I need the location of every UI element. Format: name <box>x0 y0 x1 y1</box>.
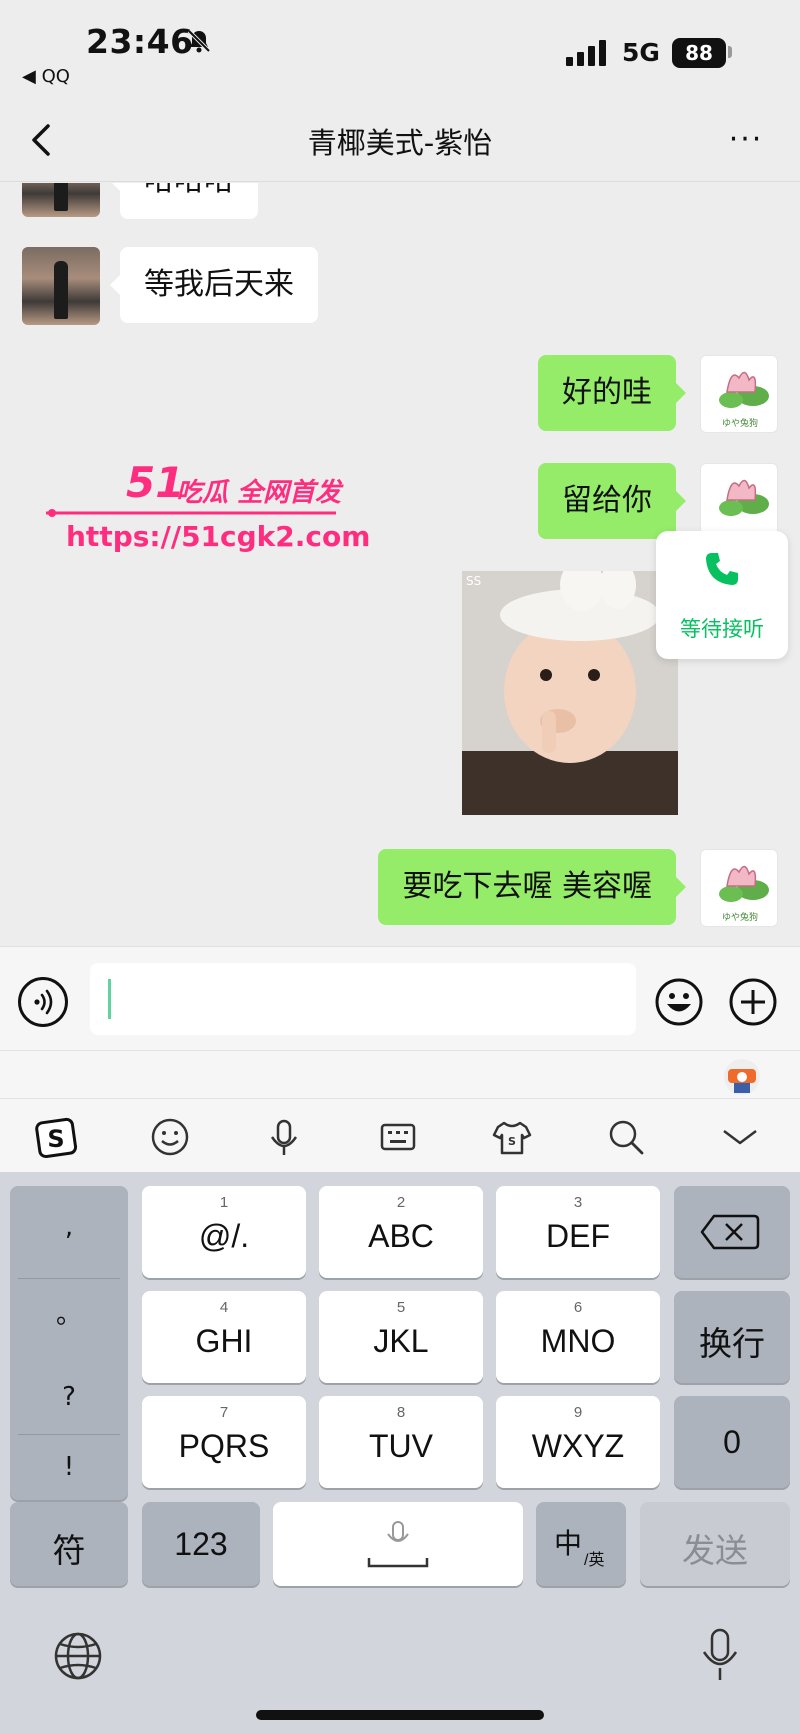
keyboard-layout-icon[interactable] <box>376 1115 420 1159</box>
emoji-icon[interactable] <box>654 977 704 1027</box>
lotus-frog-sticker-icon: ゆや兔狗 <box>719 371 769 429</box>
chat-title: 青椰美式-紫怡 <box>307 126 493 160</box>
baby-sticker-image: SS <box>462 571 678 815</box>
symbols-key[interactable]: 符 <box>10 1502 128 1586</box>
contact-avatar[interactable] <box>22 247 100 325</box>
message-bubble-received[interactable]: 等我后天来 <box>110 247 318 323</box>
lotus-frog-sticker-icon: ゆや兔狗 <box>719 865 769 923</box>
call-status-label: 等待接听 <box>680 617 764 641</box>
punct-period-key[interactable]: 。 <box>10 1294 128 1331</box>
network-type: 5G <box>622 38 660 67</box>
lotus-frog-sticker-icon <box>719 479 769 516</box>
keyboard-toolbar: S S <box>0 1098 800 1172</box>
pinyin-9-key-keyboard: , 。 ? ! 1 @/. 2 ABC 3 DEF 4 GHI 5 JKL 6 … <box>0 1172 800 1733</box>
home-indicator[interactable] <box>256 1710 544 1720</box>
collapse-keyboard-chevron-icon[interactable] <box>718 1115 762 1159</box>
key-9[interactable]: 9 WXYZ <box>496 1396 660 1488</box>
voice-input-icon[interactable] <box>18 977 68 1027</box>
numbers-key[interactable]: 123 <box>142 1502 260 1586</box>
keyboard-candidate-strip <box>0 1050 800 1098</box>
svg-text:SS: SS <box>466 574 481 588</box>
message-text-input[interactable] <box>90 963 636 1035</box>
circuit-line-icon <box>46 509 336 517</box>
contact-avatar[interactable] <box>22 183 100 217</box>
punct-question-key[interactable]: ? <box>10 1382 128 1412</box>
microphone-icon[interactable] <box>262 1115 306 1159</box>
watermark: 51 吃瓜 全网首发 https://51cgk2.com <box>46 458 370 568</box>
punct-exclaim-key[interactable]: ! <box>10 1452 128 1482</box>
phone-icon <box>706 553 738 585</box>
more-options-button[interactable]: ··· <box>724 122 768 158</box>
battery-indicator: 88 <box>672 38 726 68</box>
keyboard-skin-badge[interactable] <box>724 1059 760 1095</box>
send-key[interactable]: 发送 <box>640 1502 790 1586</box>
text-caret <box>108 979 111 1019</box>
key-8[interactable]: 8 TUV <box>319 1396 483 1488</box>
message-bubble-received[interactable]: 哈哈哈 <box>110 183 258 219</box>
battery-tip <box>728 46 732 58</box>
key-4[interactable]: 4 GHI <box>142 1291 306 1383</box>
plus-more-icon[interactable] <box>728 977 778 1027</box>
back-to-app-link[interactable]: ◀ QQ <box>22 66 70 87</box>
my-avatar[interactable] <box>700 463 778 541</box>
key-1[interactable]: 1 @/. <box>142 1186 306 1278</box>
key-3[interactable]: 3 DEF <box>496 1186 660 1278</box>
globe-icon[interactable] <box>52 1630 104 1682</box>
key-7[interactable]: 7 PQRS <box>142 1396 306 1488</box>
voice-call-waiting-card[interactable]: 等待接听 <box>656 531 788 659</box>
watermark-url: https://51cgk2.com <box>66 520 371 553</box>
cellular-signal-icon <box>566 40 606 66</box>
message-bubble-sent[interactable]: 要吃下去喔 美容喔 <box>378 849 686 925</box>
message-bubble-sent[interactable]: 留给你 <box>538 463 686 539</box>
key-6[interactable]: 6 MNO <box>496 1291 660 1383</box>
emoji-face-icon[interactable] <box>148 1115 192 1159</box>
chat-header: 青椰美式-紫怡 ··· <box>0 100 800 182</box>
punctuation-column[interactable]: , 。 ? ! <box>10 1186 128 1500</box>
backspace-icon <box>700 1214 760 1250</box>
space-key[interactable] <box>273 1502 523 1586</box>
message-bubble-sent[interactable]: 好的哇 <box>538 355 686 431</box>
search-icon[interactable] <box>604 1115 648 1159</box>
space-mic-icon <box>367 1521 429 1568</box>
dictation-mic-icon[interactable] <box>696 1626 744 1684</box>
svg-text:ゆや兔狗: ゆや兔狗 <box>722 911 758 923</box>
my-avatar[interactable]: ゆや兔狗 <box>700 355 778 433</box>
newline-key[interactable]: 换行 <box>674 1291 790 1383</box>
sogou-logo-icon[interactable]: S <box>34 1115 78 1159</box>
punct-divider <box>18 1278 120 1279</box>
svg-text:S: S <box>47 1125 64 1153</box>
mute-bell-icon <box>187 29 211 53</box>
key-5[interactable]: 5 JKL <box>319 1291 483 1383</box>
key-2[interactable]: 2 ABC <box>319 1186 483 1278</box>
zero-key[interactable]: 0 <box>674 1396 790 1488</box>
status-bar: 23:46 ◀ QQ 5G 88 <box>0 0 800 100</box>
punct-divider <box>18 1434 120 1435</box>
backspace-key[interactable] <box>674 1186 790 1278</box>
my-avatar[interactable]: ゆや兔狗 <box>700 849 778 927</box>
message-input-bar <box>0 946 800 1050</box>
mascot-icon <box>728 1069 756 1093</box>
language-switch-key[interactable]: 中 /英 <box>536 1502 626 1586</box>
watermark-tag: 吃瓜 全网首发 <box>176 478 342 508</box>
chat-messages[interactable]: 哈哈哈 等我后天来 好的哇 ゆや兔狗 留给你 51 吃瓜 全网首发 https:… <box>0 183 800 945</box>
sticker-message[interactable]: SS <box>462 571 678 815</box>
svg-text:S: S <box>508 1135 516 1148</box>
status-time: 23:46 <box>86 22 194 61</box>
punct-comma-key[interactable]: , <box>10 1212 128 1242</box>
svg-text:ゆや兔狗: ゆや兔狗 <box>722 417 758 429</box>
skin-shirt-icon[interactable]: S <box>490 1115 534 1159</box>
